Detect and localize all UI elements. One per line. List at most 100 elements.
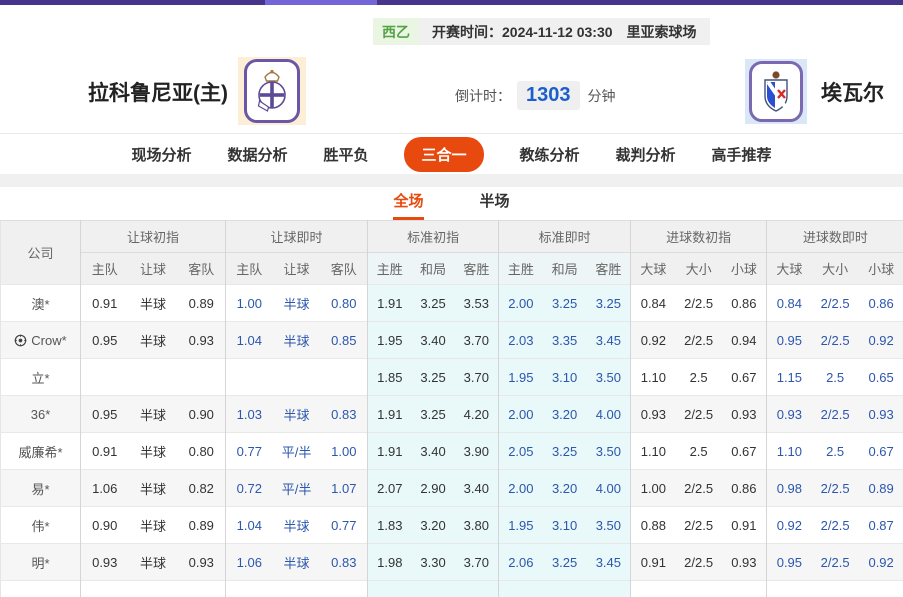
odds-cell: 0.93 (859, 396, 903, 433)
odds-cell: 半球 (273, 544, 321, 581)
odds-cell: 3.50 (587, 507, 631, 544)
group-header-5: 进球数即时 (767, 221, 903, 253)
odds-cell: 0.95 (81, 396, 129, 433)
odds-cell: 0.92 (767, 507, 812, 544)
odds-cell: 0.67 (722, 359, 767, 396)
sub-header-2-2: 客胜 (455, 253, 499, 285)
table-row: 澳*0.91半球0.891.00半球0.801.913.253.532.003.… (1, 285, 903, 322)
countdown-unit: 分钟 (588, 86, 616, 106)
odds-cell: 2.03 (499, 322, 543, 359)
odds-cell: 0.89 (859, 470, 903, 507)
table-row: 威廉希*0.91半球0.800.77平/半1.001.913.403.902.0… (1, 433, 903, 470)
odds-cell: 0.67 (722, 433, 767, 470)
odds-cell: 2/2.5 (812, 507, 859, 544)
kickoff-time: 2024-11-12 03:30 (502, 24, 613, 40)
odds-cell: 2/2.5 (812, 470, 859, 507)
odds-cell: 2/2.5 (812, 285, 859, 322)
odds-cell: 0.85 (321, 322, 368, 359)
nav-tab-4[interactable]: 教练分析 (520, 144, 580, 165)
odds-cell (129, 359, 178, 396)
company-cell (1, 581, 81, 597)
odds-cell: 3.35 (543, 322, 587, 359)
odds-cell: 3.25 (543, 433, 587, 470)
odds-cell: 0.88 (631, 507, 676, 544)
nav-tab-3[interactable]: 三合一 (404, 137, 483, 172)
league-badge: 西乙 (373, 18, 419, 45)
odds-cell: 3.25 (412, 396, 455, 433)
sub-header-3-2: 客胜 (587, 253, 631, 285)
odds-cell: 0.95 (767, 544, 812, 581)
odds-cell: 0.93 (767, 396, 812, 433)
nav-tab-2[interactable]: 胜平负 (323, 144, 368, 165)
odds-cell: 半球 (129, 396, 178, 433)
table-row: 立*1.853.253.701.953.103.501.102.50.671.1… (1, 359, 903, 396)
odds-cell: 1.04 (226, 322, 273, 359)
odds-cell: 1.95 (499, 507, 543, 544)
company-cell[interactable]: 易* (1, 470, 81, 507)
company-cell[interactable]: Crow* (1, 322, 81, 359)
company-cell[interactable]: 威廉希* (1, 433, 81, 470)
sub-header-3-0: 主胜 (499, 253, 543, 285)
odds-cell: 3.40 (412, 433, 455, 470)
nav-tab-6[interactable]: 高手推荐 (712, 144, 772, 165)
odds-cell (767, 581, 812, 597)
sub-header-5-0: 大球 (767, 253, 812, 285)
odds-cell: 半球 (273, 285, 321, 322)
sub-header-0-2: 客队 (178, 253, 226, 285)
company-cell[interactable]: 伟* (1, 507, 81, 544)
odds-cell: 1.98 (368, 544, 412, 581)
company-cell[interactable]: 立* (1, 359, 81, 396)
odds-cell: 0.92 (859, 322, 903, 359)
nav-tabs: 现场分析 数据分析 胜平负 三合一 教练分析 裁判分析 高手推荐 (0, 134, 903, 174)
nav-tab-5[interactable]: 裁判分析 (616, 144, 676, 165)
odds-cell: 0.90 (81, 507, 129, 544)
odds-cell: 3.90 (455, 433, 499, 470)
odds-cell: 3.10 (543, 507, 587, 544)
odds-cell: 2.07 (368, 470, 412, 507)
odds-cell (81, 581, 129, 597)
table-row: 易*1.06半球0.820.72平/半1.072.072.903.402.003… (1, 470, 903, 507)
nav-tab-1[interactable]: 数据分析 (227, 144, 287, 165)
odds-cell: 2/2.5 (676, 544, 722, 581)
odds-cell: 3.25 (543, 544, 587, 581)
odds-cell: 0.84 (631, 285, 676, 322)
group-header-3: 标准即时 (499, 221, 631, 253)
odds-cell: 2.5 (676, 433, 722, 470)
odds-cell: 3.20 (412, 507, 455, 544)
odds-cell (812, 581, 859, 597)
sub-header-5-2: 小球 (859, 253, 903, 285)
odds-cell: 0.86 (859, 285, 903, 322)
odds-cell: 3.53 (455, 285, 499, 322)
odds-cell: 3.40 (455, 470, 499, 507)
odds-cell: 1.91 (368, 285, 412, 322)
odds-cell: 4.00 (587, 396, 631, 433)
company-cell[interactable]: 明* (1, 544, 81, 581)
odds-cell: 0.91 (81, 433, 129, 470)
odds-cell: 2.05 (499, 433, 543, 470)
odds-cell (455, 581, 499, 597)
odds-cell: 3.25 (587, 285, 631, 322)
company-cell[interactable]: 36* (1, 396, 81, 433)
odds-cell: 4.00 (587, 470, 631, 507)
odds-cell (81, 359, 129, 396)
odds-cell (273, 581, 321, 597)
company-cell[interactable]: 澳* (1, 285, 81, 322)
odds-cell: 1.10 (631, 433, 676, 470)
odds-cell (412, 581, 455, 597)
odds-cell: 0.84 (767, 285, 812, 322)
odds-cell: 0.89 (178, 285, 226, 322)
odds-cell: 2.00 (499, 285, 543, 322)
home-crest-icon (244, 59, 300, 123)
period-tab-0[interactable]: 全场 (393, 190, 423, 220)
col-header-company: 公司 (1, 221, 81, 285)
odds-cell: 1.06 (81, 470, 129, 507)
nav-tab-0[interactable]: 现场分析 (131, 144, 191, 165)
odds-cell: 2.00 (499, 470, 543, 507)
period-tab-1[interactable]: 半场 (480, 190, 510, 220)
ball-icon (14, 334, 27, 347)
odds-cell: 0.91 (631, 544, 676, 581)
odds-cell: 3.45 (587, 322, 631, 359)
odds-cell: 3.50 (587, 359, 631, 396)
odds-cell: 3.40 (412, 322, 455, 359)
odds-cell: 半球 (273, 507, 321, 544)
